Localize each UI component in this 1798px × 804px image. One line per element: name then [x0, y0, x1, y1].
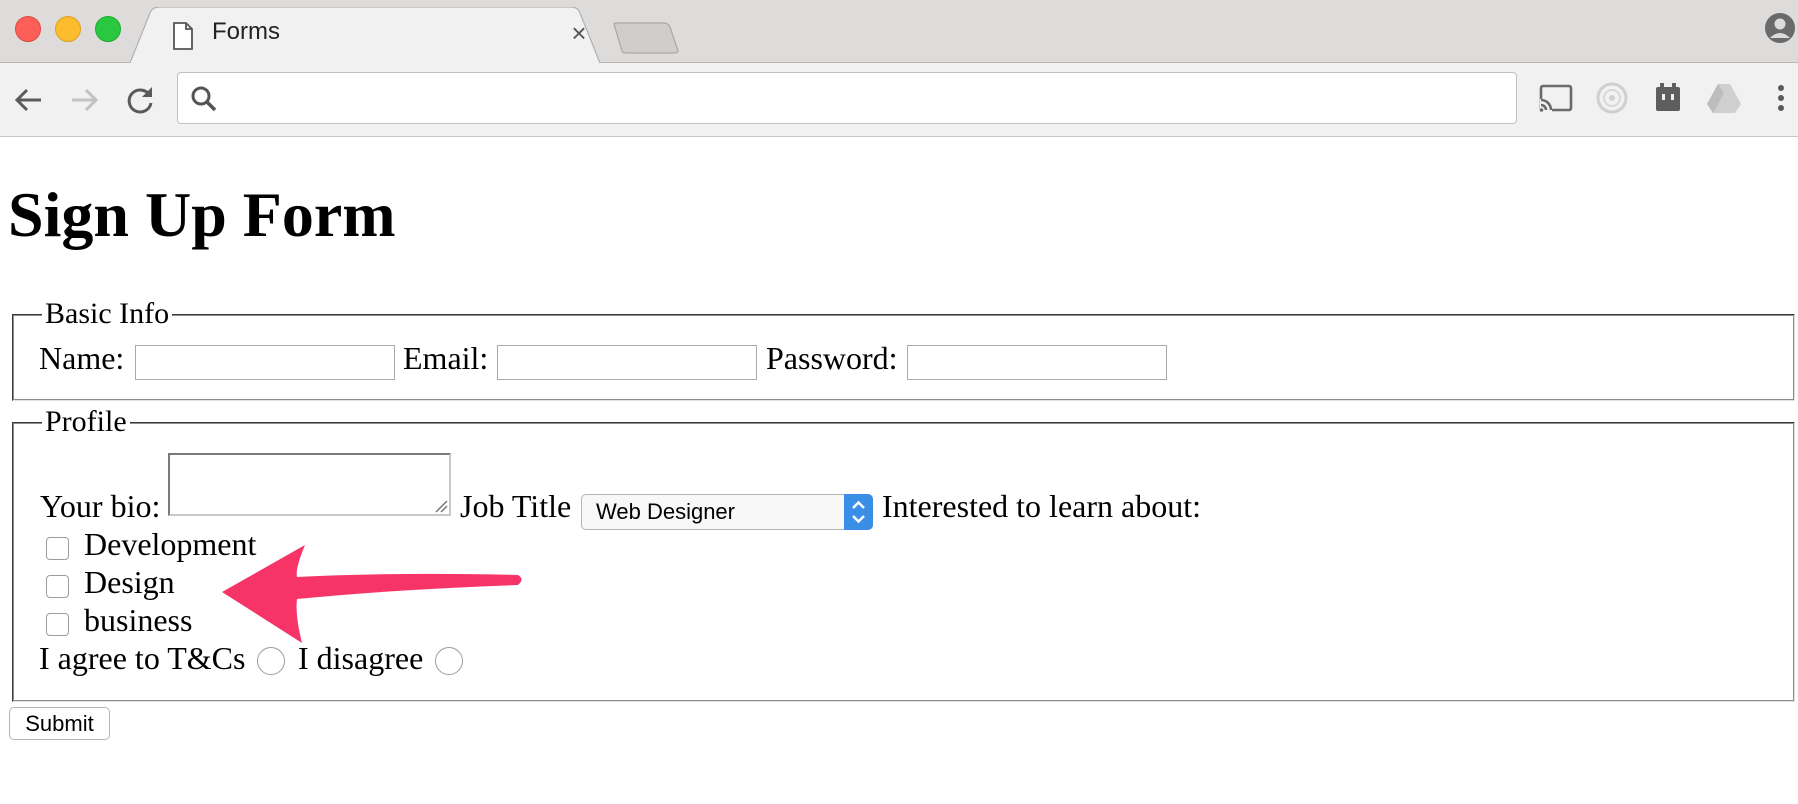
password-field[interactable]	[907, 345, 1167, 380]
basic-info-legend: Basic Info	[42, 296, 173, 332]
menu-dots-icon[interactable]	[1762, 79, 1798, 117]
back-arrow-icon[interactable]	[12, 83, 46, 117]
tab-bar: Forms ×	[0, 0, 1798, 63]
job-title-label: Job Title	[460, 488, 572, 524]
job-title-select[interactable]: Web Designer	[581, 494, 873, 530]
minimize-window-button[interactable]	[55, 16, 81, 42]
close-tab-icon[interactable]: ×	[566, 20, 592, 46]
job-title-selected-value: Web Designer	[596, 499, 735, 524]
drive-icon[interactable]	[1705, 79, 1743, 117]
email-field[interactable]	[497, 345, 757, 380]
checkbox-design[interactable]	[46, 575, 69, 598]
address-input[interactable]	[228, 81, 1502, 117]
radio-agree[interactable]	[257, 647, 285, 675]
resize-grip-icon[interactable]	[434, 499, 448, 513]
browser-toolbar	[0, 63, 1798, 137]
tab-title: Forms	[212, 18, 280, 45]
checkbox-development[interactable]	[46, 537, 69, 560]
close-window-button[interactable]	[15, 16, 41, 42]
email-label: Email:	[403, 340, 489, 376]
agree-label: I agree to T&Cs	[39, 640, 246, 676]
select-arrows-icon	[844, 494, 873, 530]
checkbox-label-business: business	[84, 602, 193, 638]
page-title: Sign Up Form	[8, 179, 396, 250]
search-icon	[191, 86, 217, 112]
active-tab[interactable]	[130, 7, 600, 63]
name-field[interactable]	[135, 345, 395, 380]
new-tab-button[interactable]	[612, 22, 680, 54]
page-content: Sign Up Form Basic Info Name: Email: Pas…	[0, 137, 1798, 804]
reload-icon[interactable]	[123, 83, 157, 117]
interests-label: Interested to learn about:	[882, 488, 1201, 524]
forward-arrow-icon[interactable]	[67, 83, 101, 117]
radio-disagree[interactable]	[435, 647, 463, 675]
profile-legend: Profile	[42, 404, 130, 440]
password-label: Password:	[766, 340, 898, 376]
extension-ring-icon[interactable]	[1593, 79, 1631, 117]
name-label: Name:	[39, 340, 125, 376]
bio-textarea[interactable]	[168, 453, 451, 516]
checkbox-business[interactable]	[46, 613, 69, 636]
page-icon	[173, 22, 193, 50]
disagree-label: I disagree	[298, 640, 424, 676]
maximize-window-button[interactable]	[95, 16, 121, 42]
cast-icon[interactable]	[1537, 79, 1575, 117]
submit-button[interactable]: Submit	[9, 707, 110, 740]
extension-plug-icon[interactable]	[1649, 79, 1687, 117]
profile-icon[interactable]	[1764, 12, 1796, 44]
bio-label: Your bio:	[40, 488, 161, 524]
address-bar[interactable]	[177, 72, 1517, 124]
annotation-arrow-icon	[222, 545, 522, 643]
checkbox-label-design: Design	[84, 564, 175, 600]
